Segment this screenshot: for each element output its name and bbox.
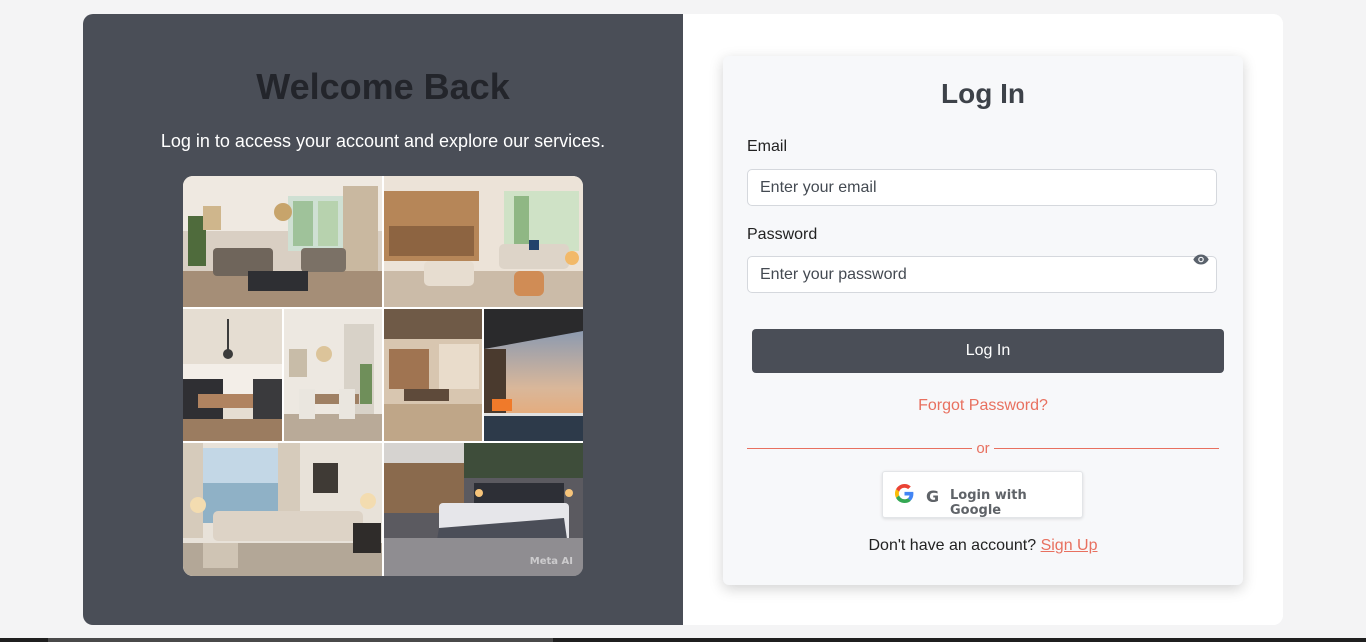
meta-ai-watermark: Meta AI	[529, 556, 573, 567]
open-plan-interior-photo	[384, 309, 482, 441]
signup-prompt-text: Don't have an account?	[868, 537, 1037, 554]
bright-living-room-photo	[183, 443, 382, 576]
google-logo-icon	[895, 484, 914, 503]
welcome-subtitle: Log in to access your account and explor…	[160, 131, 606, 151]
google-login-label: Login with Google	[950, 488, 1027, 518]
divider-line-right	[994, 448, 1219, 449]
login-title: Log In	[941, 78, 1025, 109]
email-input[interactable]	[747, 169, 1217, 206]
login-form: Log In Email Password Log In Forgot Pass…	[723, 56, 1243, 585]
terrace-dusk-photo	[484, 309, 583, 441]
bottom-edge-segment	[48, 638, 553, 642]
email-label: Email	[747, 138, 788, 155]
login-button[interactable]: Log In	[752, 329, 1224, 373]
divider-line-left	[747, 448, 972, 449]
forgot-password-link[interactable]: Forgot Password?	[723, 397, 1243, 415]
welcome-title: Welcome Back	[256, 66, 510, 107]
login-panel: Log In Email Password Log In Forgot Pass…	[683, 14, 1283, 625]
google-g-glyph: G	[926, 487, 940, 506]
signup-prompt: Don't have an account? Sign Up	[723, 537, 1243, 555]
page: Welcome Back Log in to access your accou…	[0, 0, 1366, 642]
eye-icon[interactable]	[1193, 254, 1209, 265]
bedroom-photo: Meta AI	[384, 443, 583, 576]
google-login-button[interactable]: G Login with Google	[882, 471, 1083, 518]
dining-room-photo	[284, 309, 382, 441]
login-card: Welcome Back Log in to access your accou…	[83, 14, 1283, 625]
signup-link[interactable]: Sign Up	[1041, 537, 1098, 554]
divider-or: or	[976, 440, 990, 457]
welcome-panel: Welcome Back Log in to access your accou…	[83, 14, 683, 625]
password-label: Password	[747, 226, 818, 243]
dining-kitchen-photo	[183, 309, 282, 441]
interior-collage-image: Meta AI	[183, 176, 583, 576]
kitchen-living-photo	[384, 176, 583, 307]
password-input[interactable]	[747, 256, 1217, 293]
living-room-photo	[183, 176, 382, 307]
